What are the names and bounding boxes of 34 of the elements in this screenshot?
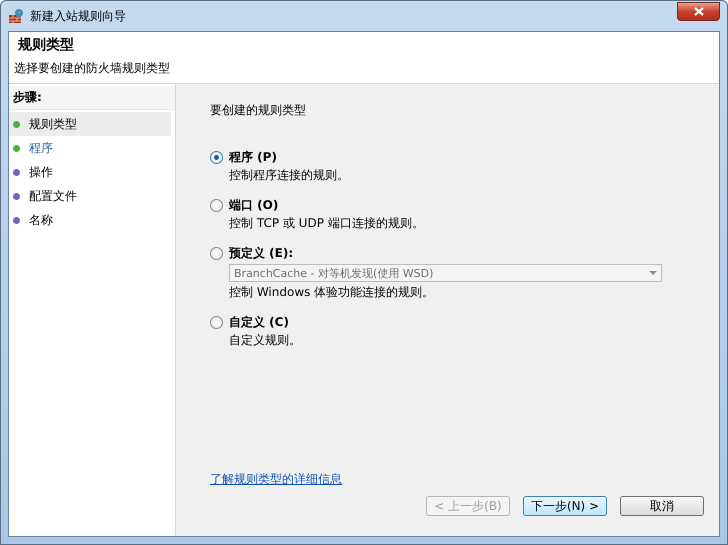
close-button[interactable] — [677, 2, 720, 20]
close-icon — [694, 6, 704, 16]
question-text: 要创建的规则类型 — [210, 102, 307, 119]
firewall-icon — [8, 8, 24, 24]
step-label: 程序 — [29, 140, 53, 156]
option-label[interactable]: 程序 (P) — [229, 149, 349, 166]
radio-button[interactable] — [210, 199, 223, 212]
help-link[interactable]: 了解规则类型的详细信息 — [210, 471, 342, 488]
radio-button[interactable] — [210, 316, 223, 329]
step-item[interactable]: 操作 — [9, 160, 171, 184]
window-title: 新建入站规则向导 — [30, 8, 126, 24]
step-label: 名称 — [29, 212, 53, 228]
steps-heading: 步骤: — [9, 86, 175, 110]
option-description: 控制 Windows 体验功能连接的规则。 — [229, 284, 436, 301]
caret-icon — [649, 271, 657, 275]
option-label[interactable]: 预定义 (E): — [229, 245, 662, 262]
option-label[interactable]: 自定义 (C) — [229, 314, 301, 331]
page-title: 规则类型 — [18, 36, 75, 54]
step-label: 规则类型 — [29, 116, 77, 132]
step-item[interactable]: 规则类型 — [9, 112, 171, 136]
step-item[interactable]: 配置文件 — [9, 184, 171, 208]
page-subtitle: 选择要创建的防火墙规则类型 — [14, 60, 171, 77]
step-label: 操作 — [29, 164, 53, 180]
option-description: 控制 TCP 或 UDP 端口连接的规则。 — [229, 215, 424, 232]
radio-button[interactable] — [210, 247, 223, 260]
option-description: 自定义规则。 — [229, 332, 301, 349]
option-description: 控制程序连接的规则。 — [229, 167, 349, 184]
option-label[interactable]: 端口 (O) — [229, 197, 424, 214]
wizard-button[interactable]: 取消 — [620, 496, 704, 516]
step-item[interactable]: 名称 — [9, 208, 171, 232]
radio-button[interactable] — [210, 151, 223, 164]
step-label: 配置文件 — [29, 188, 77, 204]
step-item[interactable]: 程序 — [9, 136, 171, 160]
wizard-button[interactable]: 下一步(N) > — [523, 496, 607, 516]
